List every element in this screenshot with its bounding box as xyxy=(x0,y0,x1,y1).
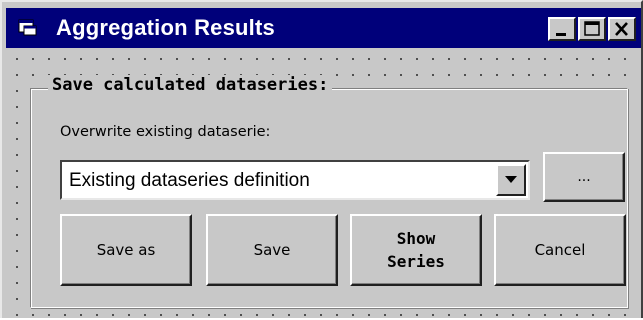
app-window-icon xyxy=(18,19,37,36)
browse-button[interactable]: ... xyxy=(543,152,625,202)
save-as-button[interactable]: Save as xyxy=(60,214,192,286)
close-button[interactable] xyxy=(608,17,636,41)
title-bar[interactable]: Aggregation Results xyxy=(6,8,641,48)
save-button[interactable]: Save xyxy=(206,214,338,286)
existing-dataseries-combobox[interactable]: Existing dataseries definition xyxy=(60,160,530,200)
cancel-button[interactable]: Cancel xyxy=(494,214,626,286)
window-title: Aggregation Results xyxy=(56,15,275,40)
combobox-selected-value: Existing dataseries definition xyxy=(69,170,310,191)
minimize-icon xyxy=(556,33,566,36)
maximize-icon xyxy=(584,21,600,36)
minimize-button[interactable] xyxy=(548,17,576,41)
maximize-button[interactable] xyxy=(578,17,606,41)
aggregation-results-window: Aggregation Results Save calculated data… xyxy=(0,0,643,320)
close-icon xyxy=(615,22,628,36)
show-series-button[interactable]: Show Series xyxy=(350,214,482,286)
combobox-dropdown-button[interactable] xyxy=(496,164,526,196)
chevron-down-icon xyxy=(505,176,517,183)
frame-caption: Save calculated dataseries: xyxy=(48,75,333,95)
overwrite-label: Overwrite existing dataserie: xyxy=(60,124,271,140)
show-series-label-line1: Show xyxy=(396,229,436,248)
show-series-label-line2: Series xyxy=(387,252,445,271)
